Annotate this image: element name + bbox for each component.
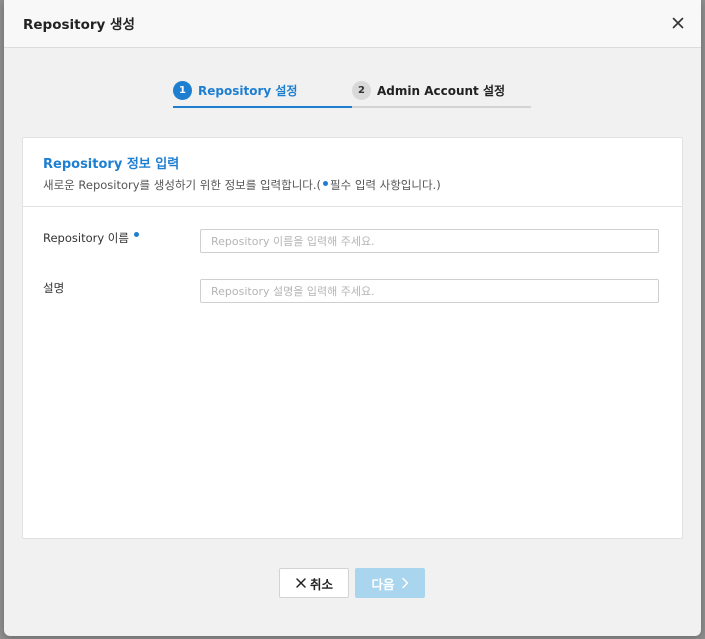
close-button[interactable] (669, 14, 687, 32)
repository-description-input[interactable] (200, 279, 659, 303)
chevron-right-icon (401, 577, 408, 589)
card-header: Repository 정보 입력 새로운 Repository를 생성하기 위한… (23, 138, 682, 207)
repository-description-label-wrap: 설명 (43, 280, 64, 296)
repository-info-card: Repository 정보 입력 새로운 Repository를 생성하기 위한… (22, 137, 683, 539)
repository-name-input[interactable] (200, 229, 659, 253)
cancel-button[interactable]: 취소 (279, 568, 349, 598)
card-title: Repository 정보 입력 (43, 157, 180, 172)
close-icon (672, 17, 684, 29)
cancel-button-label: 취소 (309, 576, 333, 592)
step-label: Repository 설정 (198, 83, 298, 98)
step-label: Admin Account 설정 (377, 83, 506, 98)
next-button[interactable]: 다음 (355, 568, 425, 598)
description-required-note: 필수 입력 사항입니다.) (330, 178, 441, 192)
stepper: 1 Repository 설정 2 Admin Account 설정 (173, 78, 531, 108)
step-repository-settings[interactable]: 1 Repository 설정 (173, 78, 297, 102)
step-admin-account-settings[interactable]: 2 Admin Account 설정 (352, 78, 505, 102)
dialog-title: Repository 생성 (23, 17, 135, 33)
next-button-label: 다음 (371, 576, 395, 592)
required-dot-icon (323, 180, 329, 186)
repository-description-label: 설명 (43, 281, 65, 295)
close-icon (296, 578, 306, 588)
step-number: 2 (352, 80, 371, 100)
stepper-track-active (173, 106, 352, 108)
repository-description-row: 설명 (43, 279, 661, 305)
step-number: 1 (173, 80, 192, 100)
create-repository-dialog: Repository 생성 1 Repository 설정 2 Admin Ac… (4, 0, 701, 636)
repository-name-row: Repository 이름 (43, 229, 661, 255)
required-dot-icon (133, 232, 139, 237)
description-text: 새로운 Repository를 생성하기 위한 정보를 입력합니다.( (43, 178, 322, 192)
dialog-header: Repository 생성 (4, 0, 701, 48)
repository-name-label-wrap: Repository 이름 (43, 230, 139, 246)
repository-name-label: Repository 이름 (43, 231, 129, 245)
card-description: 새로운 Repository를 생성하기 위한 정보를 입력합니다.( 필수 입… (43, 177, 441, 193)
